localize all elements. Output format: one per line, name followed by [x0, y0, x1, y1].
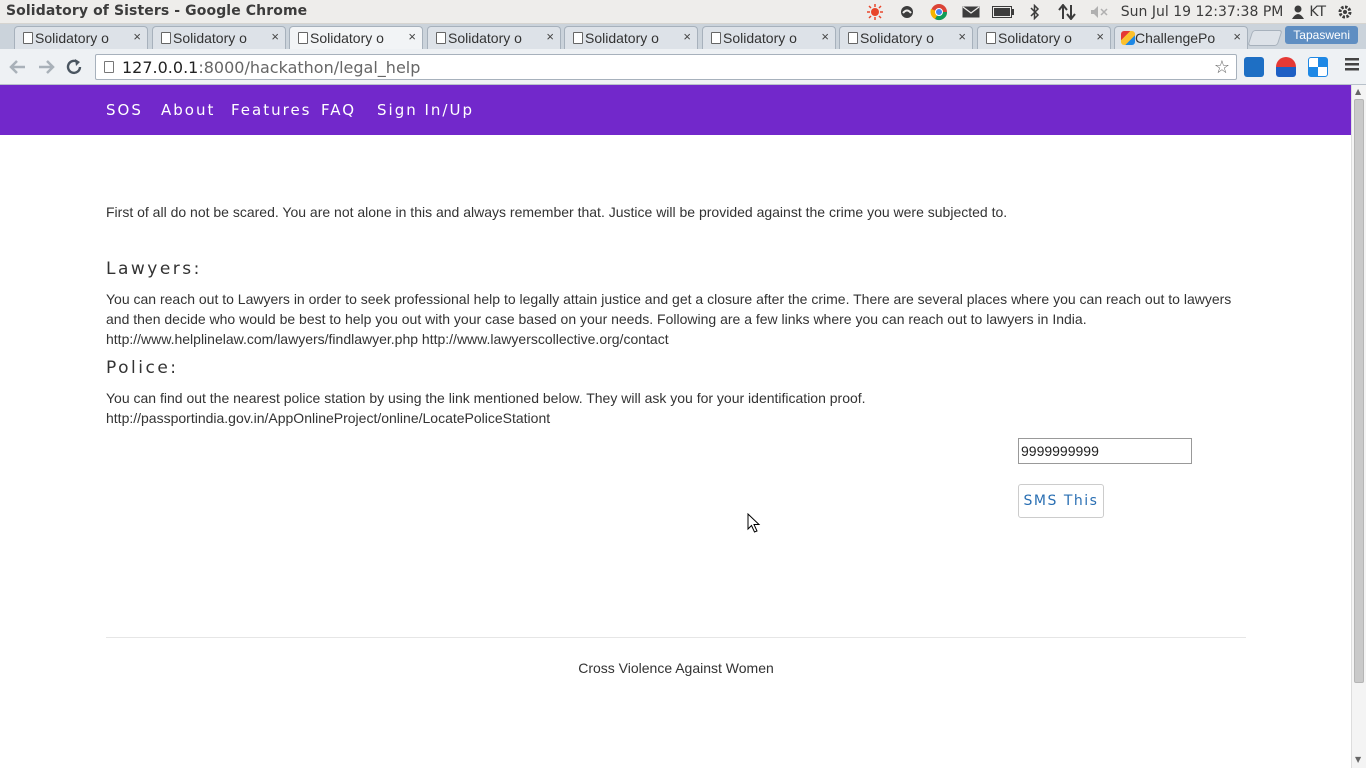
document-icon	[161, 32, 171, 44]
bluetooth-icon[interactable]	[1019, 0, 1051, 24]
user-icon	[1289, 0, 1307, 24]
mouse-cursor-icon	[747, 513, 761, 533]
footer-divider	[106, 637, 1246, 638]
document-icon	[298, 32, 308, 44]
document-icon	[986, 32, 996, 44]
vertical-scrollbar[interactable]: ▲ ▼	[1351, 85, 1366, 768]
browser-tab[interactable]: Solidatory o ×	[427, 26, 561, 49]
close-tab-icon[interactable]: ×	[683, 29, 691, 44]
close-tab-icon[interactable]: ×	[1096, 29, 1104, 44]
document-icon	[848, 32, 858, 44]
sms-this-button[interactable]: SMS This	[1018, 484, 1104, 518]
forward-arrow-icon[interactable]	[34, 55, 58, 79]
network-transfer-icon[interactable]	[1051, 0, 1083, 24]
browser-tab-active[interactable]: Solidatory o ×	[289, 26, 423, 49]
nav-about[interactable]: About	[161, 101, 215, 119]
browser-tab[interactable]: Solidatory o ×	[14, 26, 148, 49]
close-tab-icon[interactable]: ×	[1233, 29, 1241, 44]
new-tab-button[interactable]	[1247, 30, 1283, 46]
sync-icon[interactable]	[891, 0, 923, 24]
profile-badge[interactable]: Tapasweni	[1285, 26, 1358, 44]
extension-window-icon[interactable]	[1244, 57, 1264, 77]
browser-tab[interactable]: Solidatory o ×	[564, 26, 698, 49]
browser-tab-strip: Solidatory o × Solidatory o × Solidatory…	[0, 24, 1366, 49]
extension-grid-icon[interactable]	[1308, 57, 1328, 77]
phone-number-input[interactable]	[1018, 438, 1192, 464]
close-tab-icon[interactable]: ×	[133, 29, 141, 44]
system-tray: Sun Jul 19 12:37:38 PM KT	[859, 0, 1358, 24]
police-text: You can find out the nearest police stat…	[106, 390, 866, 406]
scroll-down-arrow-icon[interactable]: ▼	[1355, 755, 1361, 764]
url-path: :8000/hackathon/legal_help	[198, 57, 421, 77]
lawyers-heading: Lawyers:	[106, 259, 202, 279]
document-icon	[23, 32, 33, 44]
nav-faq[interactable]: FAQ	[321, 101, 356, 119]
window-title: Solidatory of Sisters - Google Chrome	[6, 3, 308, 19]
chrome-menu-icon[interactable]	[1344, 56, 1360, 77]
volume-muted-icon[interactable]	[1083, 0, 1115, 24]
nav-sos[interactable]: SOS	[106, 101, 143, 119]
close-tab-icon[interactable]: ×	[821, 29, 829, 44]
police-link: http://passportindia.gov.in/AppOnlinePro…	[106, 410, 551, 426]
browser-toolbar: 127.0.0.1:8000/hackathon/legal_help ☆	[0, 49, 1366, 85]
chrome-icon[interactable]	[923, 0, 955, 24]
close-tab-icon[interactable]: ×	[408, 29, 416, 44]
browser-tab[interactable]: Solidatory o ×	[702, 26, 836, 49]
browser-tab[interactable]: Solidatory o ×	[977, 26, 1111, 49]
scroll-up-arrow-icon[interactable]: ▲	[1355, 87, 1361, 96]
nav-features[interactable]: Features	[231, 101, 312, 119]
document-icon	[711, 32, 721, 44]
browser-tab[interactable]: ChallengePo ×	[1114, 26, 1248, 49]
lawyers-text: You can reach out to Lawyers in order to…	[106, 291, 1232, 327]
clock[interactable]: Sun Jul 19 12:37:38 PM	[1115, 4, 1290, 20]
back-arrow-icon[interactable]	[6, 55, 30, 79]
close-tab-icon[interactable]: ×	[958, 29, 966, 44]
lawyers-links: http://www.helplinelaw.com/lawyers/findl…	[106, 331, 669, 347]
close-tab-icon[interactable]: ×	[546, 29, 554, 44]
site-navbar: SOS About Features FAQ Sign In/Up	[0, 85, 1351, 135]
nav-sign-in-up[interactable]: Sign In/Up	[377, 101, 474, 119]
battery-icon[interactable]	[987, 0, 1019, 24]
browser-tab[interactable]: Solidatory o ×	[152, 26, 286, 49]
intro-text: First of all do not be scared. You are n…	[106, 204, 1008, 220]
page-icon	[104, 61, 114, 73]
document-icon	[573, 32, 583, 44]
url-text: 127.0.0.1:8000/hackathon/legal_help	[122, 58, 420, 77]
browser-tab[interactable]: Solidatory o ×	[839, 26, 973, 49]
challengepost-favicon-icon	[1121, 31, 1135, 45]
footer-text: Cross Violence Against Women	[578, 660, 774, 676]
document-icon	[436, 32, 446, 44]
os-top-bar: Solidatory of Sisters - Google Chrome Su…	[0, 0, 1366, 24]
settings-gear-icon[interactable]	[1332, 0, 1358, 24]
weather-sun-icon[interactable]	[859, 0, 891, 24]
user-name[interactable]: KT	[1307, 4, 1332, 20]
extension-mail-icon[interactable]	[1276, 57, 1296, 77]
address-bar[interactable]: 127.0.0.1:8000/hackathon/legal_help ☆	[95, 54, 1237, 80]
mail-icon[interactable]	[955, 0, 987, 24]
page-viewport: SOS About Features FAQ Sign In/Up First …	[0, 85, 1351, 768]
close-tab-icon[interactable]: ×	[271, 29, 279, 44]
police-heading: Police:	[106, 358, 179, 378]
scrollbar-thumb[interactable]	[1354, 99, 1364, 683]
bookmark-star-icon[interactable]: ☆	[1214, 57, 1230, 78]
reload-icon[interactable]	[62, 55, 86, 79]
url-host: 127.0.0.1	[122, 57, 199, 77]
